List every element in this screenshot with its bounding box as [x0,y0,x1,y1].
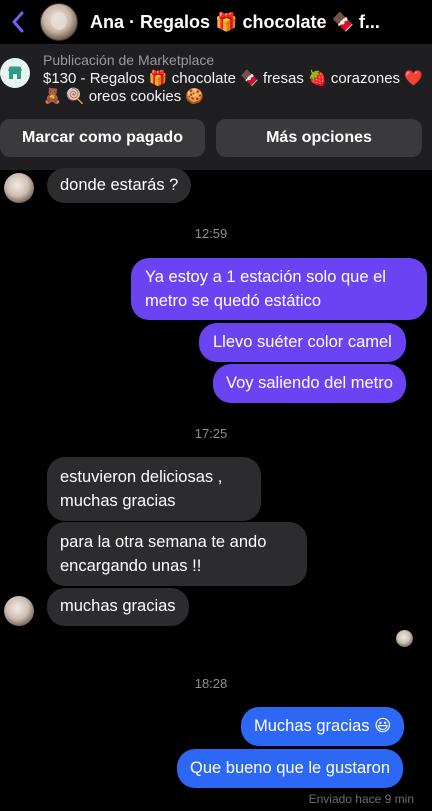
chat-header: Ana · Regalos 🎁 chocolate 🍫 f... [0,0,432,44]
marketplace-label: Publicación de Marketplace [43,52,215,68]
contact-avatar[interactable] [40,3,78,41]
message-incoming[interactable]: donde estarás ? [47,168,192,203]
timestamp: 17:25 [194,426,228,441]
timestamp: 18:28 [194,676,228,691]
chevron-left-icon [12,11,24,33]
message-incoming[interactable]: estuvieron deliciosas , muchas gracias [47,457,261,521]
sender-avatar[interactable] [4,173,34,203]
storefront-icon [0,58,30,88]
message-incoming[interactable]: para la otra semana te ando encargando u… [47,522,307,586]
message-outgoing[interactable]: Ya estoy a 1 estación solo que el metro … [131,258,427,320]
back-button[interactable] [4,0,32,44]
listing-description: $130 - Regalos 🎁 chocolate 🍫 fresas 🍓 co… [43,70,423,105]
sender-avatar[interactable] [4,596,34,626]
mark-paid-button[interactable]: Marcar como pagado [0,119,205,157]
message-outgoing[interactable]: Que bueno que le gustaron [177,749,403,788]
message-outgoing[interactable]: Voy saliendo del metro [213,364,406,403]
read-receipt-avatar [396,630,413,647]
more-options-button[interactable]: Más opciones [216,119,422,157]
message-outgoing[interactable]: Muchas gracias 😃 [241,707,405,746]
message-outgoing[interactable]: Llevo suéter color camel [199,323,406,362]
chat-title[interactable]: Ana · Regalos 🎁 chocolate 🍫 f... [90,12,410,33]
marketplace-banner[interactable]: Publicación de Marketplace $130 - Regalo… [0,44,432,170]
delivery-status: Enviado hace 9 min [308,792,414,806]
message-incoming[interactable]: muchas gracias [47,588,189,626]
timestamp: 12:59 [194,226,228,241]
